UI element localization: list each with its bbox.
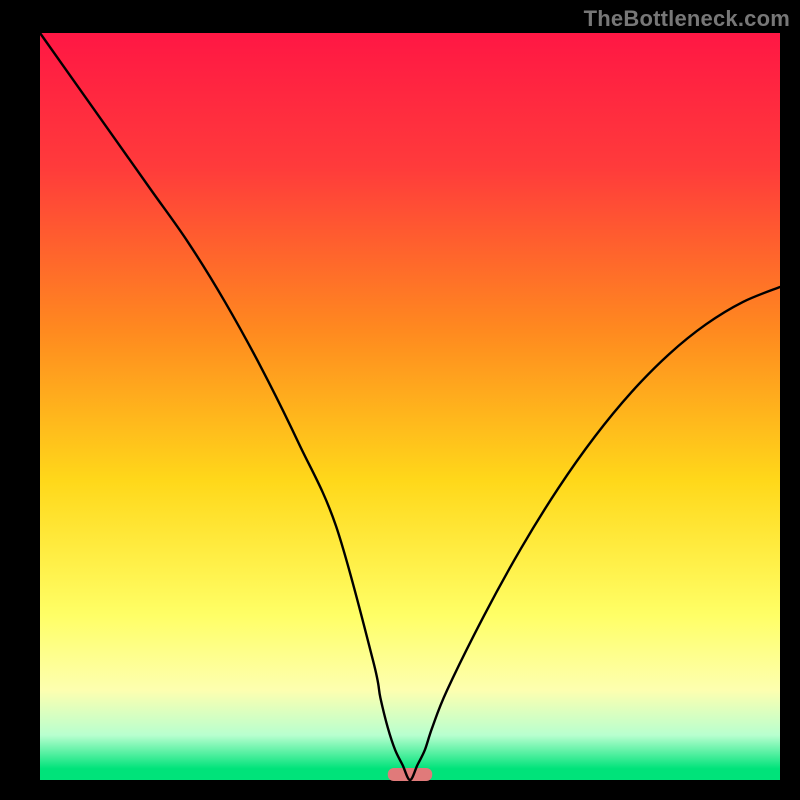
plot-background: [40, 33, 780, 780]
chart-container: TheBottleneck.com: [0, 0, 800, 800]
bottleneck-chart: [0, 0, 800, 800]
attribution-label: TheBottleneck.com: [584, 6, 790, 32]
